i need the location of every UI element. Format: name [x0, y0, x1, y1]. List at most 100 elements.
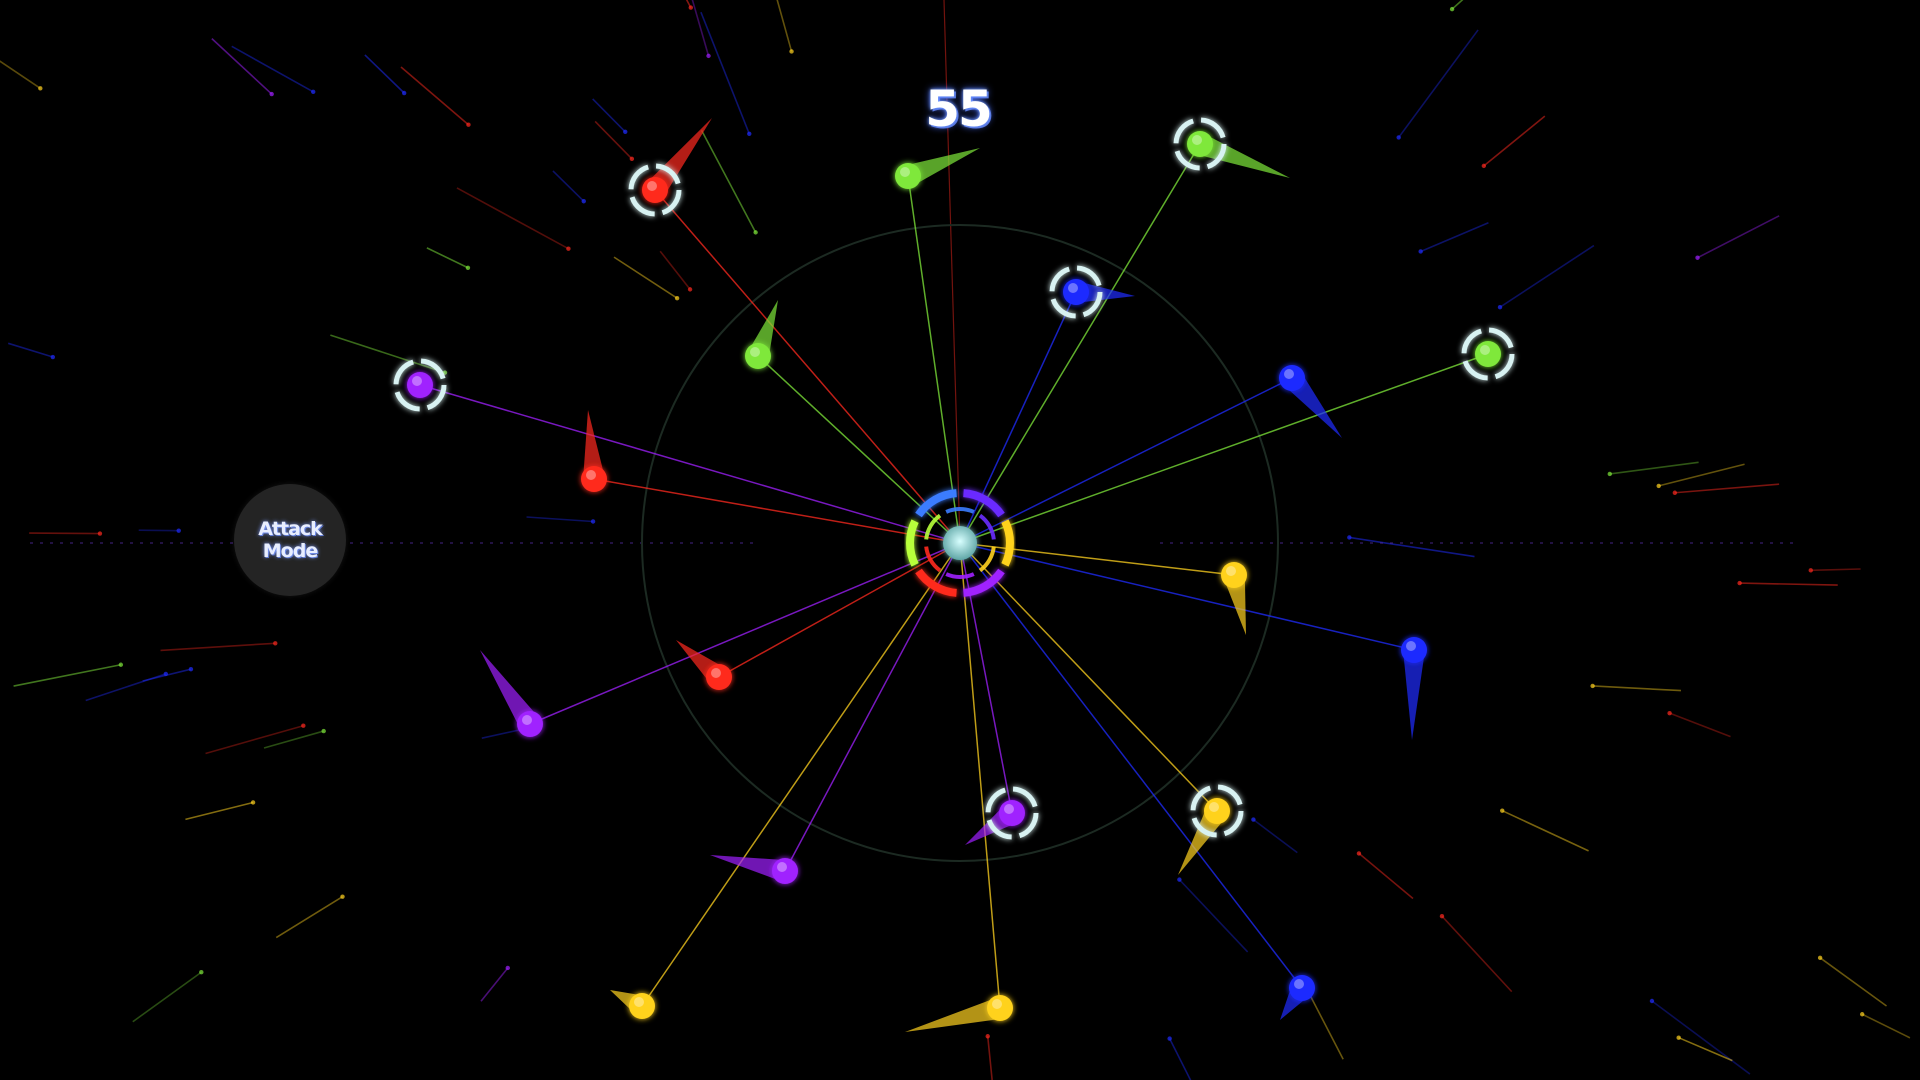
star-dot — [273, 641, 278, 646]
background-streak — [160, 642, 276, 652]
game-viewport[interactable]: 55 Attack Mode — [0, 0, 1920, 1080]
background-streak — [480, 967, 509, 1002]
core-node — [906, 489, 1014, 597]
star-dot — [38, 86, 43, 91]
background-streak — [685, 0, 692, 8]
star-dot — [1737, 580, 1742, 586]
star-dot — [1607, 471, 1612, 477]
background-streak — [185, 801, 254, 821]
star-dot — [1449, 6, 1455, 12]
star-dot — [301, 723, 306, 728]
star-dot — [1497, 304, 1503, 310]
background-streak — [1398, 29, 1479, 138]
background-streak — [1178, 879, 1249, 953]
orb-blue[interactable] — [1289, 975, 1315, 1001]
star-dot — [1439, 914, 1445, 919]
orb-blue[interactable] — [1401, 637, 1427, 663]
background-streak — [1819, 957, 1888, 1007]
background-streak — [1810, 568, 1861, 572]
background-streak — [1651, 1000, 1751, 1075]
star-dot — [321, 728, 326, 734]
background-streak — [1861, 1013, 1911, 1039]
background-streak — [364, 54, 405, 94]
beam-line — [959, 542, 1415, 651]
orb-red[interactable] — [706, 664, 732, 690]
background-streak — [1501, 809, 1589, 852]
background-streak — [659, 250, 691, 290]
star-dot — [629, 156, 635, 162]
background-streak — [552, 170, 585, 202]
star-dot — [590, 519, 596, 524]
orb-red[interactable] — [628, 163, 682, 217]
star-dot — [623, 129, 628, 135]
background-streak — [7, 342, 54, 358]
background-streak — [1441, 915, 1513, 993]
star-dot — [985, 1034, 990, 1039]
star-dot — [706, 53, 711, 59]
star-dot — [50, 354, 56, 360]
star-dot — [466, 122, 471, 127]
core-inner-arc — [945, 572, 975, 579]
star-dot — [1649, 998, 1655, 1004]
star-dot — [674, 296, 680, 301]
orb-yellow[interactable] — [987, 995, 1013, 1021]
star-dot — [1177, 877, 1182, 882]
orb-yellow[interactable] — [629, 993, 655, 1019]
background-streak — [700, 129, 757, 233]
star-dot — [1481, 163, 1487, 169]
background-streak — [211, 38, 273, 95]
orb-purple[interactable] — [772, 858, 798, 884]
orb-yellow[interactable] — [1221, 562, 1247, 588]
orb-purple[interactable] — [985, 786, 1039, 840]
star-dot — [311, 89, 316, 95]
beam-line — [959, 542, 1303, 989]
background-streak — [986, 1036, 993, 1080]
beam-line — [959, 542, 1001, 1009]
background-streak — [1483, 115, 1546, 167]
background-streak — [1669, 712, 1731, 738]
core-inner-arc — [978, 546, 996, 573]
star-dot — [269, 91, 274, 97]
attack-mode-button[interactable]: Attack Mode — [234, 484, 346, 596]
background-streak — [426, 247, 469, 269]
beam-line — [593, 478, 961, 544]
background-streak — [205, 724, 304, 755]
background-streak — [776, 0, 793, 52]
beam-line — [959, 542, 1218, 812]
orb-trail — [1403, 649, 1425, 740]
orb-green[interactable] — [745, 343, 771, 369]
core-arc — [906, 519, 919, 567]
core-center — [943, 526, 977, 560]
background-streak — [1674, 483, 1780, 494]
star-dot — [687, 287, 693, 292]
background-streak — [330, 334, 446, 374]
orb-trail — [905, 997, 1003, 1032]
star-dot — [118, 662, 124, 667]
orb-green[interactable] — [1461, 327, 1515, 381]
star-dot — [1356, 851, 1362, 856]
orb-blue[interactable] — [1279, 365, 1305, 391]
star-dot — [250, 800, 256, 805]
background-streak — [526, 516, 594, 523]
background-streak — [700, 11, 751, 135]
orb-purple[interactable] — [517, 711, 543, 737]
star-dot — [465, 265, 471, 270]
background-streak — [1168, 1038, 1192, 1080]
orb-red[interactable] — [581, 466, 607, 492]
orbs-layer[interactable] — [393, 117, 1515, 1021]
star-dot — [505, 965, 510, 971]
star-dot — [1251, 817, 1256, 822]
star-dot — [566, 246, 571, 251]
background-streak — [691, 0, 710, 57]
orb-green[interactable] — [895, 163, 921, 189]
background-streak — [456, 187, 569, 250]
beam-line — [907, 175, 961, 544]
star-dot — [1396, 135, 1401, 140]
star-dot — [199, 970, 204, 975]
background-streak — [13, 663, 122, 687]
background-streak — [1658, 463, 1745, 487]
star-dot — [747, 131, 752, 136]
orb-purple[interactable] — [393, 358, 447, 412]
background-streak — [1451, 0, 1464, 10]
background-streak — [400, 66, 469, 126]
